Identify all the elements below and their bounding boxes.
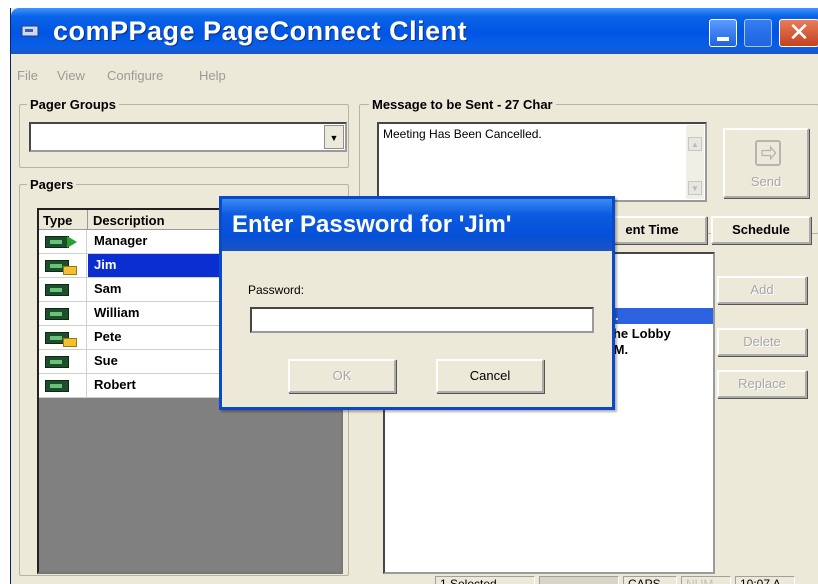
menu-help[interactable]: Help bbox=[199, 68, 226, 83]
password-label: Password: bbox=[248, 283, 305, 297]
dialog-title: Enter Password for 'Jim' bbox=[232, 211, 512, 238]
cancel-button[interactable]: Cancel bbox=[436, 359, 544, 393]
status-blank bbox=[539, 576, 619, 584]
status-num: NUM bbox=[681, 576, 731, 584]
message-text: Meeting Has Been Cancelled. bbox=[383, 127, 542, 141]
chevron-down-icon[interactable]: ▼ bbox=[324, 125, 344, 149]
pager-type-cell bbox=[39, 302, 87, 326]
pager-type-cell bbox=[39, 254, 87, 278]
canned-message-selected[interactable]: d. bbox=[605, 308, 713, 324]
column-type[interactable]: Type bbox=[43, 213, 72, 228]
send-label: Send bbox=[750, 174, 782, 189]
app-pager-icon bbox=[21, 25, 39, 37]
password-input[interactable] bbox=[250, 307, 594, 333]
send-icon bbox=[755, 140, 781, 166]
replace-button[interactable]: Replace bbox=[717, 370, 807, 398]
scroll-up-icon[interactable]: ▲ bbox=[688, 137, 702, 151]
message-title: Message to be Sent - 27 Char bbox=[369, 97, 556, 112]
minimize-button[interactable] bbox=[709, 19, 737, 47]
delete-button[interactable]: Delete bbox=[717, 328, 807, 356]
pagers-label: Pagers bbox=[27, 177, 77, 192]
send-button[interactable]: Send bbox=[723, 128, 809, 198]
pager-send-icon bbox=[45, 236, 69, 248]
ok-button[interactable]: OK bbox=[288, 359, 396, 393]
lock-icon bbox=[63, 338, 77, 347]
status-time: 10:07 A bbox=[735, 576, 795, 584]
lock-icon bbox=[63, 266, 77, 275]
pager-type-cell bbox=[39, 326, 87, 350]
window-title: comPPage PageConnect Client bbox=[53, 16, 468, 46]
menu-bar: File View Configure Help bbox=[11, 64, 818, 86]
dialog-title-bar[interactable]: Enter Password for 'Jim' bbox=[222, 199, 612, 251]
pager-type-cell bbox=[39, 374, 87, 398]
menu-configure[interactable]: Configure bbox=[107, 68, 163, 83]
status-bar: 1 Selected CAPS NUM 10:07 A bbox=[11, 574, 818, 584]
schedule-button[interactable]: Schedule bbox=[711, 216, 811, 244]
pager-icon bbox=[45, 380, 69, 392]
menu-view[interactable]: View bbox=[57, 68, 85, 83]
minimize-icon bbox=[717, 37, 729, 41]
pager-type-cell bbox=[39, 230, 87, 254]
password-dialog: Enter Password for 'Jim' Password: OK Ca… bbox=[219, 196, 615, 410]
add-button[interactable]: Add bbox=[717, 276, 807, 304]
status-selected: 1 Selected bbox=[435, 576, 535, 584]
column-description[interactable]: Description bbox=[93, 213, 165, 228]
send-arrow-icon bbox=[67, 236, 77, 248]
pager-icon bbox=[45, 308, 69, 320]
menu-file[interactable]: File bbox=[17, 68, 38, 83]
title-bar[interactable]: comPPage PageConnect Client ✕ bbox=[11, 8, 818, 54]
pager-type-cell bbox=[39, 278, 87, 302]
message-textarea[interactable]: Meeting Has Been Cancelled. ▲ ▼ bbox=[377, 122, 707, 202]
pager-icon bbox=[45, 284, 69, 296]
pager-groups-label: Pager Groups bbox=[27, 97, 119, 112]
close-button[interactable]: ✕ bbox=[779, 18, 818, 48]
message-scrollbar[interactable]: ▲ ▼ bbox=[686, 125, 704, 199]
pager-icon bbox=[45, 356, 69, 368]
maximize-button[interactable] bbox=[744, 19, 772, 47]
status-caps: CAPS bbox=[623, 576, 677, 584]
pager-type-cell bbox=[39, 350, 87, 374]
close-icon: ✕ bbox=[788, 18, 810, 48]
scroll-down-icon[interactable]: ▼ bbox=[688, 181, 702, 195]
pager-groups-combo[interactable]: ▼ bbox=[29, 122, 347, 152]
